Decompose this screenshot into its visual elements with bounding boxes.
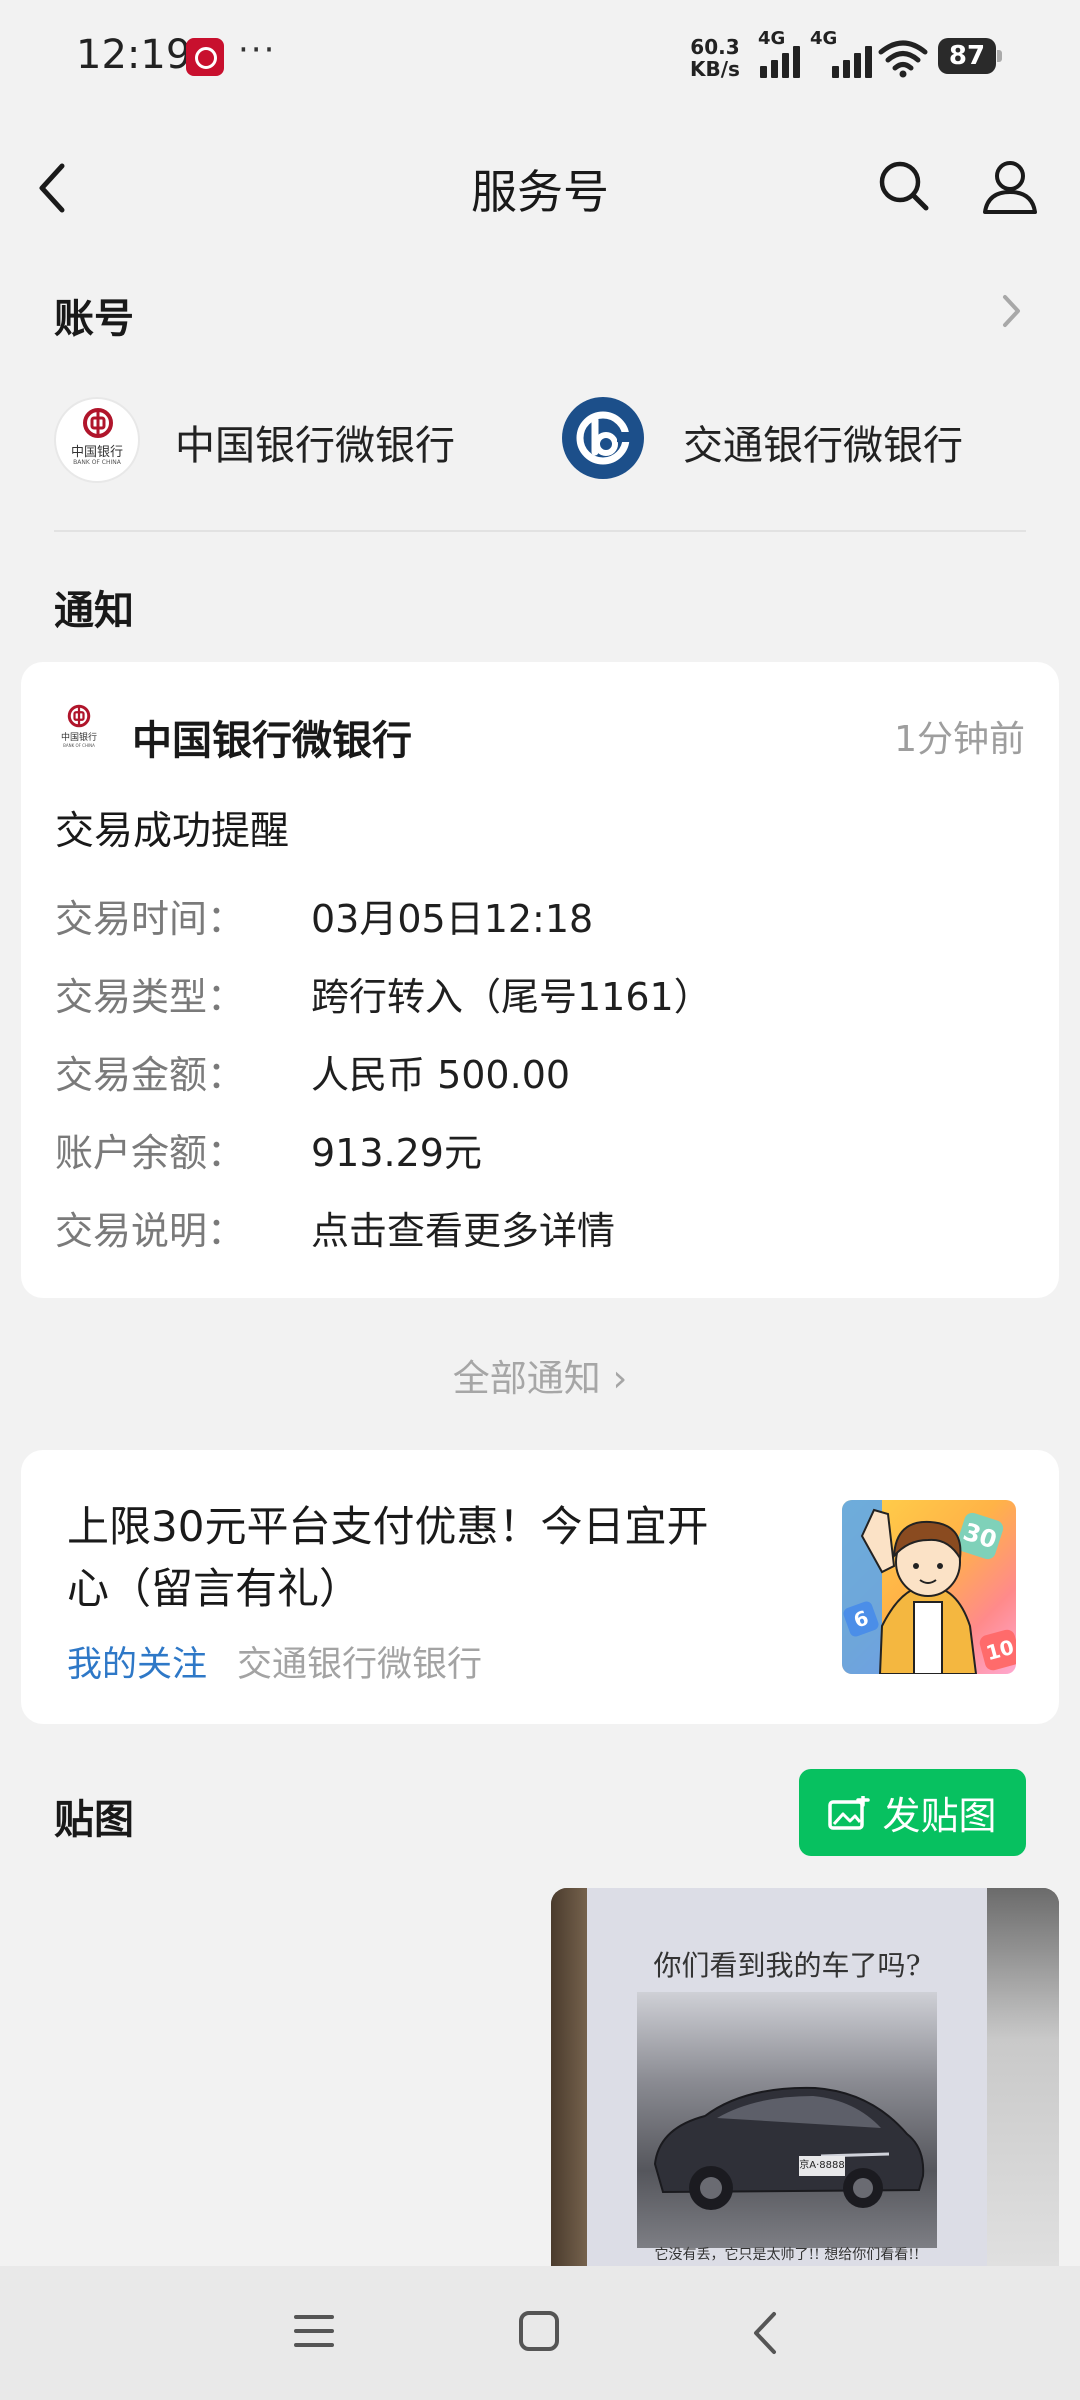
notification-logo-subtext: BANK OF CHINA [63, 743, 95, 748]
network-speed-unit: KB/s [690, 57, 740, 81]
bocom-logo-icon [562, 397, 644, 479]
notification-sender: 中国银行微银行 [132, 718, 412, 764]
accounts-section-title: 账号 [54, 296, 134, 342]
row-value-type: 跨行转入（尾号1161） [311, 975, 712, 1019]
system-navigation-bar [0, 2266, 1080, 2400]
wifi-icon [878, 40, 928, 78]
notification-time: 1分钟前 [894, 719, 1025, 760]
post-sticker-button[interactable]: 发贴图 [799, 1769, 1026, 1856]
network-speed-value: 60.3 [690, 35, 740, 59]
accounts-chevron-right-icon[interactable] [1000, 292, 1024, 330]
signal-bars-2-icon [832, 44, 872, 78]
battery-indicator: 87 [938, 38, 1002, 74]
boc-logo-text: 中国银行 [70, 445, 123, 460]
promo-title-line-1: 上限30元平台支付优惠！今日宜开 [67, 1502, 709, 1551]
car-icon [653, 2086, 925, 2210]
home-square-icon[interactable] [518, 2310, 560, 2352]
promo-title: 上限30元平台支付优惠！今日宜开 心（留言有礼） [67, 1496, 708, 1620]
status-time: 12:19 [76, 32, 192, 78]
account-item-bocom[interactable]: 交通银行微银行 [562, 397, 1032, 485]
row-value-amount: 人民币 500.00 [311, 1053, 571, 1097]
promo-source: 交通银行微银行 [237, 1645, 483, 1685]
network-speed: 60.3 KB/s [690, 36, 740, 80]
account-name-bocom: 交通银行微银行 [683, 423, 963, 469]
row-value-time: 03月05日12:18 [311, 897, 594, 941]
all-notifications-link[interactable]: 全部通知 › [0, 1348, 1080, 1402]
post-sticker-button-label: 发贴图 [882, 1794, 997, 1838]
waving-boy-illustration-icon [860, 1508, 978, 1674]
notification-boc-logo-icon: 中国银行 BANK OF CHINA [55, 704, 103, 752]
row-label-balance: 账户余额： [55, 1131, 246, 1175]
signal-bars-1-icon [760, 44, 800, 78]
row-value-balance: 913.29元 [311, 1131, 482, 1175]
post-caption: 你们看到我的车了吗? [653, 1949, 921, 1982]
bank-of-china-notification-icon [186, 38, 224, 76]
post-tree-trunk [551, 1888, 591, 2268]
post-background [981, 1888, 1059, 2268]
post-paper: 你们看到我的车了吗? 京A·8888 它没有丢，它只是太帅了!! 想给你们看看!… [587, 1888, 987, 2268]
row-label-amount: 交易金额： [55, 1053, 246, 1097]
notification-card[interactable]: 中国银行 BANK OF CHINA 中国银行微银行 1分钟前 交易成功提醒 交… [21, 662, 1059, 1298]
profile-icon[interactable] [980, 156, 1040, 216]
search-icon[interactable] [876, 158, 932, 214]
notification-heading: 交易成功提醒 [55, 809, 290, 854]
back-nav-icon[interactable] [750, 2310, 780, 2356]
row-label-type: 交易类型： [55, 975, 246, 1019]
notifications-section-title: 通知 [54, 588, 134, 634]
stickers-section-title: 贴图 [54, 1797, 134, 1843]
car-license-plate: 京A·8888 [799, 2156, 845, 2176]
account-name-boc: 中国银行微银行 [175, 423, 455, 469]
more-notifications-icon: ··· [238, 30, 277, 70]
account-item-boc[interactable]: 中国银行 BANK OF CHINA 中国银行微银行 [54, 397, 554, 485]
boc-logo-icon [83, 408, 113, 438]
promo-thumbnail: 30 10 6 [842, 1500, 1016, 1674]
notification-logo-text: 中国银行 [60, 733, 97, 743]
row-label-note: 交易说明： [55, 1209, 246, 1253]
row-label-time: 交易时间： [55, 897, 246, 941]
promo-follow-tag: 我的关注 [67, 1645, 208, 1685]
sticker-post-image[interactable]: 你们看到我的车了吗? 京A·8888 它没有丢，它只是太帅了!! 想给你们看看!… [551, 1888, 1059, 2268]
boc-logo: 中国银行 BANK OF CHINA [54, 397, 140, 483]
menu-icon[interactable] [294, 2312, 334, 2350]
promo-article-card[interactable]: 上限30元平台支付优惠！今日宜开 心（留言有礼） 我的关注 交通银行微银行 30… [21, 1450, 1059, 1724]
post-car-photo: 京A·8888 [637, 1992, 937, 2248]
promo-title-line-2: 心（留言有礼） [67, 1564, 362, 1613]
row-value-note[interactable]: 点击查看更多详情 [311, 1200, 615, 1255]
image-upload-icon [828, 1795, 871, 1830]
section-divider [54, 530, 1026, 532]
boc-logo-subtext: BANK OF CHINA [73, 459, 121, 466]
post-bottom-text: 它没有丢，它只是太帅了!! 想给你们看看!! [654, 2247, 920, 2263]
